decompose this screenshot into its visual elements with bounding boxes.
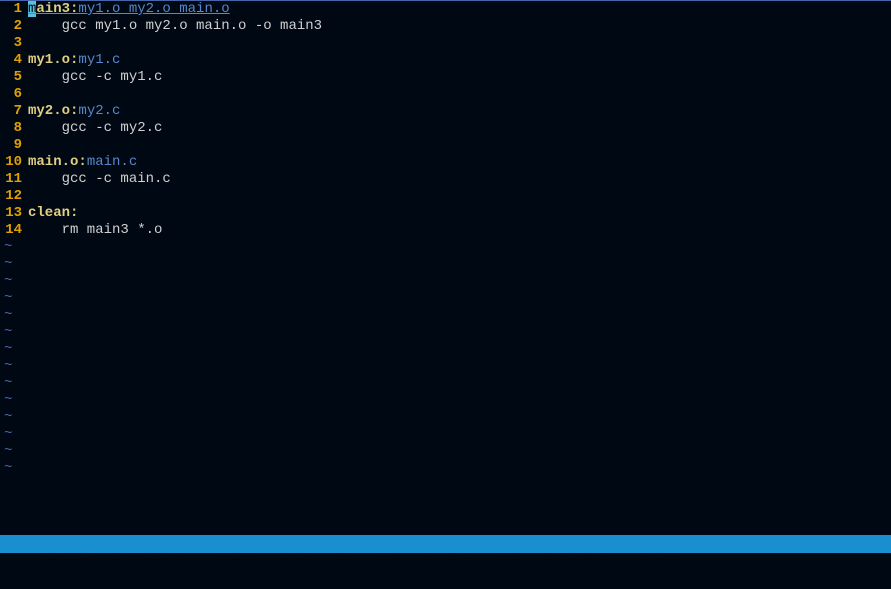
vim-editor[interactable]: 1main3:my1.o my2.o main.o2 gcc my1.o my2… — [0, 0, 891, 567]
make-deps: my1.c — [78, 52, 120, 68]
code-line[interactable]: 6 — [0, 86, 891, 103]
code-text[interactable]: my2.o:my2.c — [28, 103, 891, 120]
make-deps: my2.c — [78, 103, 120, 119]
make-target: main.o: — [28, 154, 87, 170]
line-number: 3 — [0, 35, 28, 52]
empty-line-marker: ~ — [0, 409, 891, 426]
code-text[interactable]: main3:my1.o my2.o main.o — [28, 1, 891, 18]
code-line[interactable]: 3 — [0, 35, 891, 52]
line-number: 12 — [0, 188, 28, 205]
status-bar: ~/exp4/mfc/Makefile [FORMAT=unix] [TYPE=… — [0, 535, 891, 553]
code-line[interactable]: 9 — [0, 137, 891, 154]
line-number: 4 — [0, 52, 28, 69]
code-text[interactable]: main.o:main.c — [28, 154, 891, 171]
code-text[interactable]: gcc -c main.c — [28, 171, 891, 188]
line-number: 1 — [0, 1, 28, 18]
code-text[interactable]: gcc -c my1.c — [28, 69, 891, 86]
empty-line-marker: ~ — [0, 426, 891, 443]
code-text[interactable] — [28, 35, 891, 52]
make-command: gcc -c my1.c — [28, 69, 162, 85]
code-line[interactable]: 14 rm main3 *.o — [0, 222, 891, 239]
empty-line-marker: ~ — [0, 307, 891, 324]
code-line[interactable]: 4my1.o:my1.c — [0, 52, 891, 69]
code-line[interactable]: 11 gcc -c main.c — [0, 171, 891, 188]
code-text[interactable] — [28, 137, 891, 154]
code-line[interactable]: 1main3:my1.o my2.o main.o — [0, 1, 891, 18]
text-content[interactable]: 1main3:my1.o my2.o main.o2 gcc my1.o my2… — [0, 1, 891, 567]
make-target: my2.o: — [28, 103, 78, 119]
code-text[interactable]: gcc -c my2.c — [28, 120, 891, 137]
make-target: my1.o: — [28, 52, 78, 68]
code-line[interactable]: 12 — [0, 188, 891, 205]
line-number: 9 — [0, 137, 28, 154]
empty-line-marker: ~ — [0, 341, 891, 358]
make-target: ain3: — [36, 1, 78, 17]
make-command: gcc my1.o my2.o main.o -o main3 — [28, 18, 322, 34]
code-line[interactable]: 7my2.o:my2.c — [0, 103, 891, 120]
code-line[interactable]: 5 gcc -c my1.c — [0, 69, 891, 86]
empty-line-marker: ~ — [0, 375, 891, 392]
line-number: 5 — [0, 69, 28, 86]
code-text[interactable] — [28, 188, 891, 205]
code-line[interactable]: 8 gcc -c my2.c — [0, 120, 891, 137]
empty-line-marker: ~ — [0, 256, 891, 273]
code-line[interactable]: 2 gcc my1.o my2.o main.o -o main3 — [0, 18, 891, 35]
empty-line-marker: ~ — [0, 392, 891, 409]
line-number: 2 — [0, 18, 28, 35]
empty-line-marker: ~ — [0, 239, 891, 256]
code-line[interactable]: 13clean: — [0, 205, 891, 222]
empty-line-marker: ~ — [0, 460, 891, 477]
line-number: 11 — [0, 171, 28, 188]
line-number: 7 — [0, 103, 28, 120]
make-command: rm main3 *.o — [28, 222, 162, 238]
line-number: 6 — [0, 86, 28, 103]
make-command: gcc -c main.c — [28, 171, 171, 187]
empty-line-marker: ~ — [0, 273, 891, 290]
code-text[interactable] — [28, 86, 891, 103]
make-command: gcc -c my2.c — [28, 120, 162, 136]
line-number: 13 — [0, 205, 28, 222]
code-line[interactable]: 10main.o:main.c — [0, 154, 891, 171]
make-deps: my1.o my2.o main.o — [78, 1, 229, 17]
code-text[interactable]: clean: — [28, 205, 891, 222]
line-number: 14 — [0, 222, 28, 239]
empty-line-marker: ~ — [0, 324, 891, 341]
line-number: 10 — [0, 154, 28, 171]
code-text[interactable]: gcc my1.o my2.o main.o -o main3 — [28, 18, 891, 35]
make-target: clean: — [28, 205, 78, 221]
empty-line-marker: ~ — [0, 358, 891, 375]
make-deps: main.c — [87, 154, 137, 170]
command-line[interactable] — [0, 553, 891, 567]
empty-line-marker: ~ — [0, 443, 891, 460]
code-text[interactable]: my1.o:my1.c — [28, 52, 891, 69]
code-text[interactable]: rm main3 *.o — [28, 222, 891, 239]
line-number: 8 — [0, 120, 28, 137]
empty-line-marker: ~ — [0, 290, 891, 307]
